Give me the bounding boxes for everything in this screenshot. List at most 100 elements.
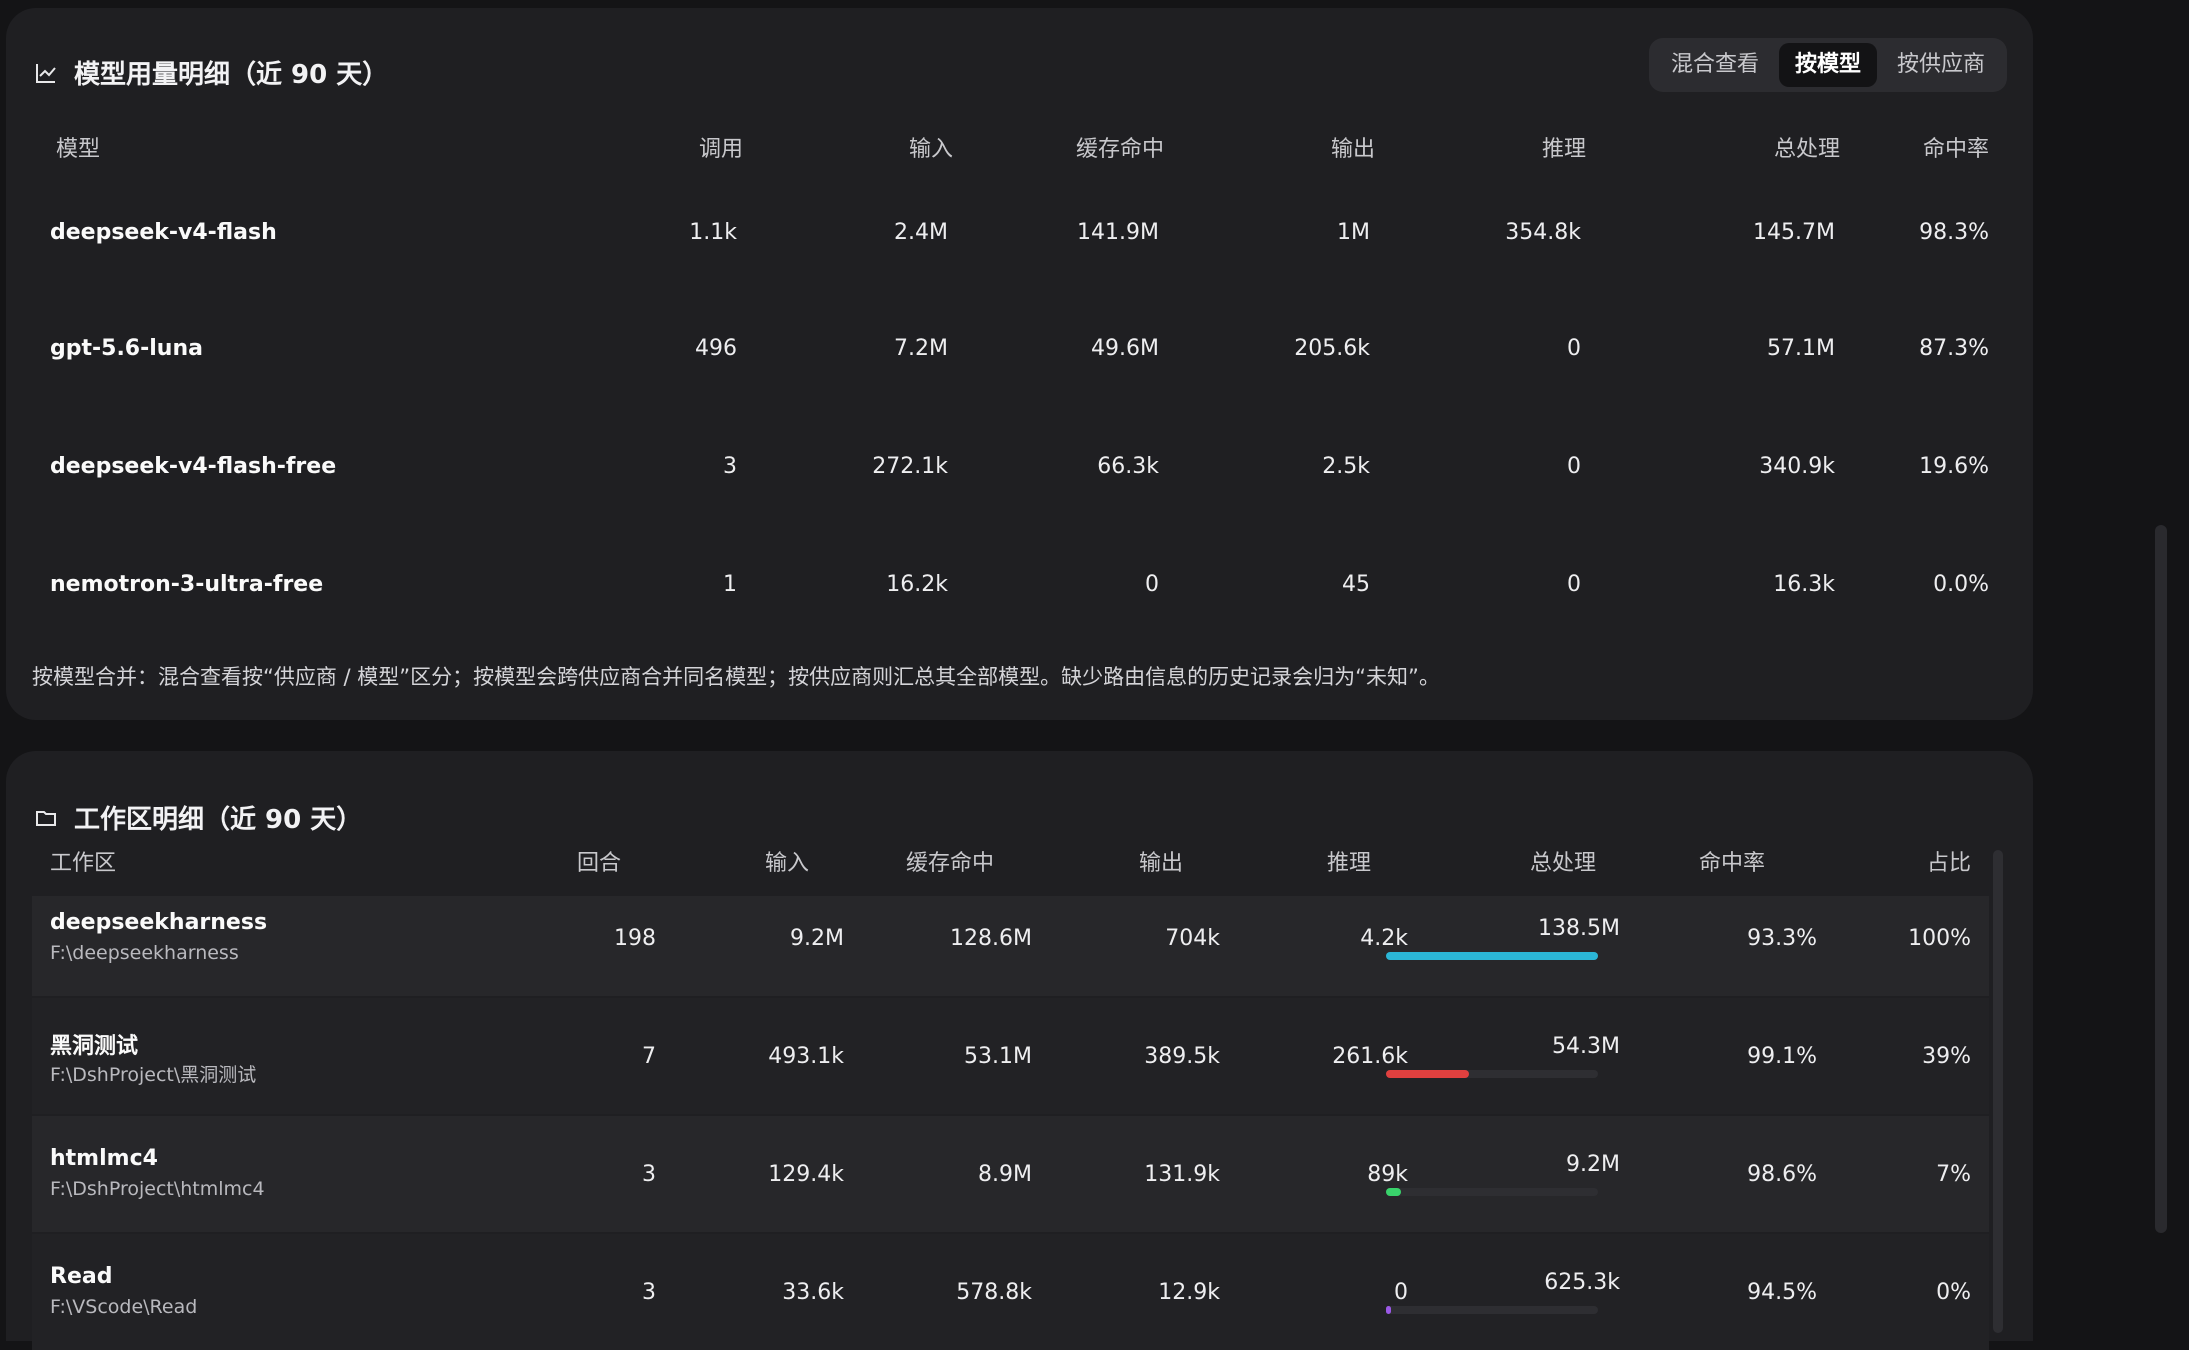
- share-cell: 100%: [1908, 926, 1971, 951]
- input-cell: 16.2k: [886, 572, 948, 597]
- hit-rate-cell: 94.5%: [1747, 1280, 1817, 1305]
- cache-cell: 53.1M: [964, 1044, 1032, 1069]
- reasoning-cell: 4.2k: [1360, 926, 1408, 951]
- hit-rate-cell: 93.3%: [1747, 926, 1817, 951]
- share-cell: 0%: [1936, 1280, 1971, 1305]
- cache-cell: 141.9M: [1077, 220, 1159, 245]
- model-name: deepseek-v4-flash: [50, 220, 277, 245]
- col-reasoning[interactable]: 推理: [1327, 836, 1371, 892]
- col-total[interactable]: 总处理: [1530, 836, 1596, 892]
- workspace-scrollbar[interactable]: [1993, 850, 2003, 1333]
- workspace-path: F:\deepseekharness: [50, 942, 239, 964]
- cache-cell: 49.6M: [1091, 336, 1159, 361]
- output-cell: 12.9k: [1158, 1280, 1220, 1305]
- hit-rate-cell: 0.0%: [1933, 572, 1989, 597]
- input-cell: 7.2M: [894, 336, 948, 361]
- col-total[interactable]: 总处理: [1774, 122, 1840, 178]
- hit-rate-cell: 98.3%: [1919, 220, 1989, 245]
- calls-cell: 496: [695, 336, 737, 361]
- cache-cell: 66.3k: [1097, 454, 1159, 479]
- table-row[interactable]: deepseek-v4-flash 1.1k 2.4M 141.9M 1M 35…: [32, 176, 2007, 292]
- table-row[interactable]: gpt-5.6-luna 496 7.2M 49.6M 205.6k 0 57.…: [32, 294, 2007, 410]
- reasoning-cell: 0: [1567, 572, 1581, 597]
- turns-cell: 3: [642, 1162, 656, 1187]
- line-chart-icon: [36, 63, 56, 83]
- turns-cell: 7: [642, 1044, 656, 1069]
- total-bar-fill: [1386, 952, 1598, 960]
- share-cell: 39%: [1922, 1044, 1971, 1069]
- col-workspace[interactable]: 工作区: [50, 836, 116, 892]
- page-scrollbar[interactable]: [2155, 525, 2167, 1233]
- model-name: deepseek-v4-flash-free: [50, 454, 337, 479]
- model-name: gpt-5.6-luna: [50, 336, 203, 361]
- total-cell: 54.3M: [1552, 1034, 1620, 1059]
- col-reasoning[interactable]: 推理: [1542, 122, 1586, 178]
- col-calls[interactable]: 调用: [699, 122, 743, 178]
- input-cell: 129.4k: [768, 1162, 844, 1187]
- turns-cell: 198: [614, 926, 656, 951]
- model-table-header: 模型 调用 输入 缓存命中 输出 推理 总处理 命中率: [32, 122, 2007, 178]
- workspace-title: 工作区明细（近 90 天）: [34, 799, 362, 836]
- col-cache-hit[interactable]: 缓存命中: [906, 836, 994, 892]
- tab-mixed-view[interactable]: 混合查看: [1655, 43, 1775, 87]
- output-cell: 205.6k: [1294, 336, 1370, 361]
- col-model[interactable]: 模型: [56, 122, 100, 178]
- col-input[interactable]: 输入: [909, 122, 953, 178]
- col-share[interactable]: 占比: [1927, 836, 1971, 892]
- total-bar: [1386, 1070, 1598, 1078]
- total-bar-fill: [1386, 1188, 1401, 1196]
- reasoning-cell: 0: [1567, 336, 1581, 361]
- view-mode-segmented: 混合查看 按模型 按供应商: [1648, 38, 2007, 92]
- col-output[interactable]: 输出: [1331, 122, 1375, 178]
- input-cell: 493.1k: [768, 1044, 844, 1069]
- model-usage-title: 模型用量明细（近 90 天）: [34, 54, 388, 91]
- workspace-path: F:\DshProject\黑洞测试: [50, 1064, 257, 1086]
- total-cell: 340.9k: [1759, 454, 1835, 479]
- total-bar: [1386, 1188, 1598, 1196]
- workspace-name: deepseekharness: [50, 910, 268, 935]
- output-cell: 389.5k: [1144, 1044, 1220, 1069]
- table-row[interactable]: deepseekharness F:\deepseekharness 198 9…: [32, 896, 1989, 996]
- input-cell: 9.2M: [790, 926, 844, 951]
- cache-cell: 8.9M: [978, 1162, 1032, 1187]
- cache-cell: 578.8k: [956, 1280, 1032, 1305]
- total-cell: 625.3k: [1544, 1270, 1620, 1295]
- col-turns[interactable]: 回合: [577, 836, 621, 892]
- col-input[interactable]: 输入: [765, 836, 809, 892]
- reasoning-cell: 0: [1394, 1280, 1408, 1305]
- col-cache-hit[interactable]: 缓存命中: [1076, 122, 1164, 178]
- input-cell: 272.1k: [872, 454, 948, 479]
- table-row[interactable]: deepseek-v4-flash-free 3 272.1k 66.3k 2.…: [32, 412, 2007, 528]
- table-row[interactable]: nemotron-3-ultra-free 1 16.2k 0 45 0 16.…: [32, 530, 2007, 646]
- reasoning-cell: 89k: [1367, 1162, 1408, 1187]
- total-cell: 16.3k: [1773, 572, 1835, 597]
- cache-cell: 128.6M: [950, 926, 1032, 951]
- output-cell: 704k: [1165, 926, 1220, 951]
- workspace-title-text: 工作区明细（近 90 天）: [74, 805, 363, 835]
- table-row[interactable]: 黑洞测试 F:\DshProject\黑洞测试 7 493.1k 53.1M 3…: [32, 998, 1989, 1114]
- input-cell: 2.4M: [894, 220, 948, 245]
- tab-by-model[interactable]: 按模型: [1778, 43, 1877, 87]
- hit-rate-cell: 99.1%: [1747, 1044, 1817, 1069]
- total-bar-fill: [1386, 1306, 1392, 1314]
- col-hit-rate[interactable]: 命中率: [1923, 122, 1989, 178]
- calls-cell: 1.1k: [689, 220, 737, 245]
- workspace-name: 黑洞测试: [50, 1034, 139, 1059]
- calls-cell: 3: [723, 454, 737, 479]
- cache-cell: 0: [1145, 572, 1159, 597]
- total-cell: 57.1M: [1767, 336, 1835, 361]
- model-name: nemotron-3-ultra-free: [50, 572, 324, 597]
- col-hit-rate[interactable]: 命中率: [1699, 836, 1765, 892]
- total-cell: 9.2M: [1566, 1152, 1620, 1177]
- table-row[interactable]: htmlmc4 F:\DshProject\htmlmc4 3 129.4k 8…: [32, 1116, 1989, 1232]
- col-output[interactable]: 输出: [1139, 836, 1183, 892]
- folder-icon: [36, 810, 56, 826]
- workspace-name: htmlmc4: [50, 1146, 158, 1171]
- workspace-name: Read: [50, 1264, 113, 1289]
- hit-rate-cell: 19.6%: [1919, 454, 1989, 479]
- tab-by-provider[interactable]: 按供应商: [1881, 43, 2001, 87]
- total-bar: [1386, 952, 1598, 960]
- reasoning-cell: 354.8k: [1505, 220, 1581, 245]
- reasoning-cell: 261.6k: [1332, 1044, 1408, 1069]
- hit-rate-cell: 98.6%: [1747, 1162, 1817, 1187]
